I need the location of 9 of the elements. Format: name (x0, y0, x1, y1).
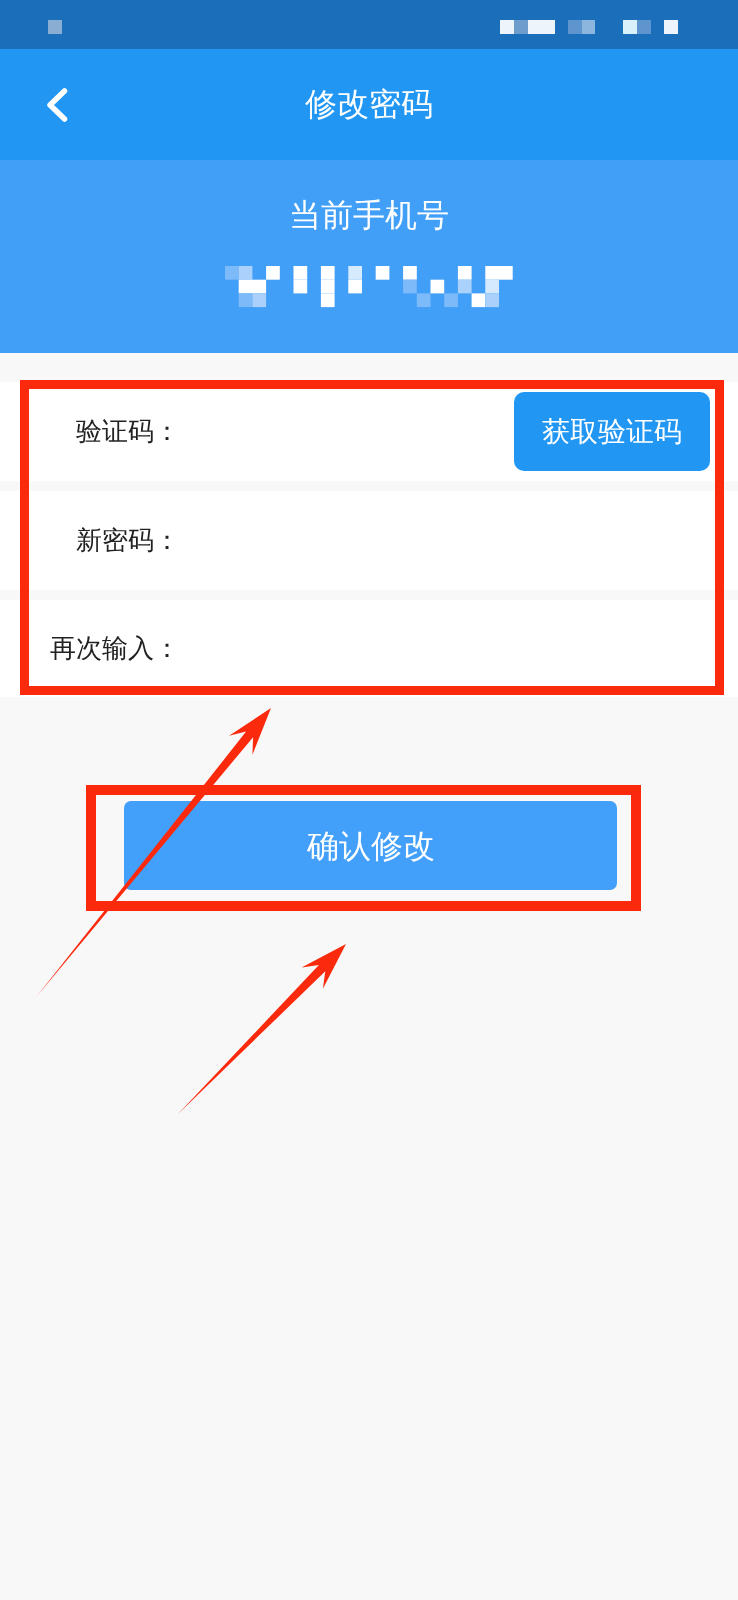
field-label: 验证码： (76, 415, 180, 446)
page-title: 修改密码 (305, 85, 433, 124)
back-icon[interactable] (46, 87, 68, 122)
field-label: 再次输入： (50, 632, 180, 663)
confirm-button[interactable]: 确认修改 (124, 801, 617, 890)
field-label: 新密码： (76, 524, 180, 555)
phone-label: 当前手机号 (289, 196, 449, 235)
pixelated-mosaic-drawing (48, 20, 62, 34)
get-code-button[interactable]: 获取验证码 (514, 392, 710, 471)
